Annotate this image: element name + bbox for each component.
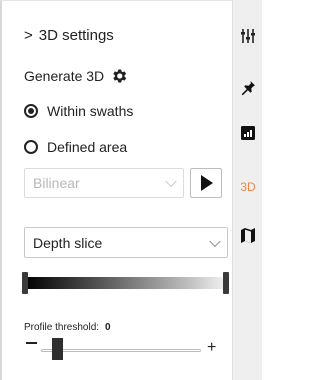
color-gradient-bar <box>24 277 228 289</box>
rail-item-chart[interactable] <box>233 126 263 140</box>
radio-defined-area[interactable]: Defined area <box>24 139 127 155</box>
play-button[interactable] <box>190 168 222 198</box>
radio-button[interactable] <box>24 140 38 154</box>
profile-threshold-value: 0 <box>105 322 111 333</box>
display-mode-select[interactable]: Depth slice <box>24 227 228 258</box>
interpolation-select[interactable]: Bilinear <box>24 168 184 198</box>
gradient-max-handle[interactable] <box>223 272 229 294</box>
pin-icon <box>241 81 255 96</box>
radio-button[interactable] <box>24 104 38 118</box>
chevron-down-icon <box>209 235 221 247</box>
radio-label: Defined area <box>47 139 128 155</box>
interpolation-value: Bilinear <box>33 175 80 191</box>
rail-item-settings[interactable] <box>233 28 263 44</box>
rail-item-pin[interactable] <box>233 80 263 96</box>
side-rail: 3D <box>232 0 262 380</box>
chevron-down-icon <box>165 175 177 188</box>
generate-3d-label: Generate 3D <box>24 68 105 84</box>
radio-label: Within swaths <box>47 103 134 119</box>
rail-item-map[interactable] <box>233 228 263 243</box>
section-title: 3D settings <box>38 27 114 44</box>
increment-button[interactable]: + <box>207 340 216 356</box>
chart-icon <box>241 126 255 140</box>
chevron-right-icon[interactable]: > <box>24 27 33 44</box>
gear-icon[interactable] <box>110 67 128 85</box>
profile-threshold-label: Profile threshold: <box>24 322 100 333</box>
tab-3d-label: 3D <box>240 180 256 194</box>
radio-within-swaths[interactable]: Within swaths <box>24 103 133 119</box>
sliders-icon <box>241 29 255 43</box>
map-icon <box>241 228 255 243</box>
threshold-slider-track[interactable] <box>41 349 201 352</box>
profile-threshold-row: Profile threshold: 0 <box>24 322 111 333</box>
decrement-button[interactable] <box>26 342 37 344</box>
gradient-min-handle[interactable] <box>22 272 28 294</box>
play-icon <box>201 175 213 191</box>
section-header[interactable]: >3D settings <box>24 27 114 44</box>
settings-panel: >3D settings Generate 3D Within swaths D… <box>0 0 232 380</box>
rail-item-3d[interactable]: 3D <box>233 180 263 194</box>
threshold-slider-thumb[interactable] <box>52 338 63 360</box>
display-mode-value: Depth slice <box>33 234 103 251</box>
generate-3d-row: Generate 3D <box>24 67 128 85</box>
